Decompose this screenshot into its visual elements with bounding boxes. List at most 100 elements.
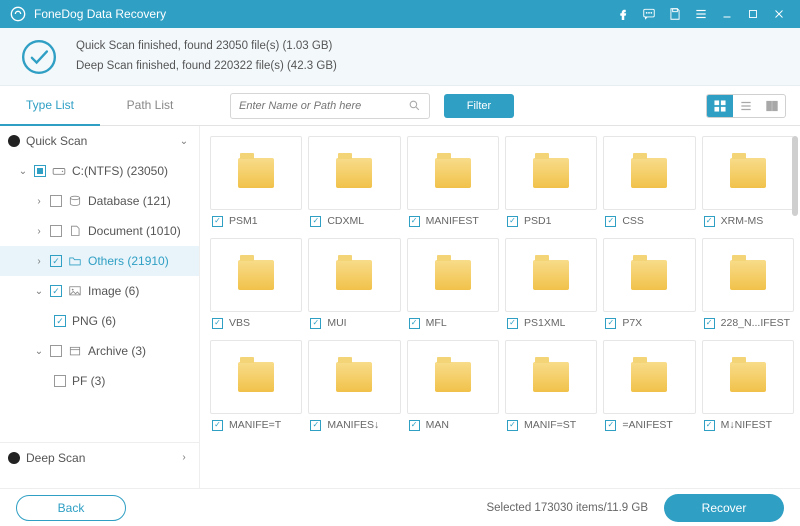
checkbox[interactable]: [704, 420, 715, 431]
file-item[interactable]: PSM1: [210, 136, 302, 232]
sidebar-png[interactable]: PNG (6): [0, 306, 199, 336]
file-item[interactable]: MAN: [407, 340, 499, 436]
drive-icon: [52, 165, 66, 177]
checkbox[interactable]: [704, 216, 715, 227]
checkbox[interactable]: [310, 216, 321, 227]
file-item[interactable]: VBS: [210, 238, 302, 334]
view-list-icon[interactable]: [733, 95, 759, 117]
file-thumbnail: [210, 136, 302, 210]
file-thumbnail: [603, 136, 695, 210]
recover-button[interactable]: Recover: [664, 494, 784, 522]
sidebar-image[interactable]: ⌄ Image (6): [0, 276, 199, 306]
file-thumbnail: [210, 340, 302, 414]
view-detail-icon[interactable]: [759, 95, 785, 117]
file-thumbnail: [210, 238, 302, 312]
file-item[interactable]: MANIFEST: [407, 136, 499, 232]
checkbox[interactable]: [310, 318, 321, 329]
file-item[interactable]: MFL: [407, 238, 499, 334]
checkbox[interactable]: [212, 318, 223, 329]
sidebar-archive[interactable]: ⌄ Archive (3): [0, 336, 199, 366]
file-item[interactable]: MUI: [308, 238, 400, 334]
folder-icon: [631, 362, 667, 392]
scrollbar-thumb[interactable]: [792, 136, 798, 216]
file-thumbnail: [407, 136, 499, 210]
checkbox[interactable]: [212, 420, 223, 431]
file-item[interactable]: CSS: [603, 136, 695, 232]
checkbox[interactable]: [605, 318, 616, 329]
sidebar-document[interactable]: › Document (1010): [0, 216, 199, 246]
checkbox[interactable]: [409, 216, 420, 227]
file-name: 228_N...IFEST: [721, 317, 790, 329]
checkbox[interactable]: [50, 255, 62, 267]
checkbox[interactable]: [507, 216, 518, 227]
file-item[interactable]: CDXML: [308, 136, 400, 232]
sidebar: Quick Scan ⌄ ⌄ C:(NTFS) (23050) › Databa…: [0, 126, 200, 488]
file-thumbnail: [603, 238, 695, 312]
sidebar-quick-scan[interactable]: Quick Scan ⌄: [0, 126, 199, 156]
checkbox[interactable]: [507, 318, 518, 329]
close-icon[interactable]: [766, 0, 792, 28]
checkbox[interactable]: [605, 216, 616, 227]
facebook-icon[interactable]: [610, 0, 636, 28]
filter-button[interactable]: Filter: [444, 94, 514, 118]
checkbox[interactable]: [54, 375, 66, 387]
checkbox[interactable]: [50, 345, 62, 357]
tab-path-list[interactable]: Path List: [100, 86, 200, 126]
file-name: MANIF=ST: [524, 419, 576, 431]
file-item[interactable]: MANIFE=T: [210, 340, 302, 436]
sidebar-deep-scan[interactable]: Deep Scan ›: [0, 442, 199, 472]
file-item[interactable]: 228_N...IFEST: [702, 238, 794, 334]
sidebar-others[interactable]: › Others (21910): [0, 246, 199, 276]
checkbox[interactable]: [409, 420, 420, 431]
sidebar-database[interactable]: › Database (121): [0, 186, 199, 216]
checkbox[interactable]: [507, 420, 518, 431]
view-grid-icon[interactable]: [707, 95, 733, 117]
file-item[interactable]: PS1XML: [505, 238, 597, 334]
menu-icon[interactable]: [688, 0, 714, 28]
checkbox[interactable]: [50, 225, 62, 237]
file-name: PSD1: [524, 215, 551, 227]
file-thumbnail: [407, 340, 499, 414]
chevron-right-icon: ›: [34, 196, 44, 207]
sidebar-label: PNG (6): [72, 314, 189, 328]
file-item[interactable]: MANIF=ST: [505, 340, 597, 436]
checkbox[interactable]: [50, 195, 62, 207]
file-item[interactable]: XRM-MS: [702, 136, 794, 232]
feedback-icon[interactable]: [636, 0, 662, 28]
folder-icon: [238, 158, 274, 188]
checkbox[interactable]: [704, 318, 715, 329]
checkbox[interactable]: [310, 420, 321, 431]
checkbox[interactable]: [605, 420, 616, 431]
quick-scan-status: Quick Scan finished, found 23050 file(s)…: [76, 37, 337, 57]
file-name: MANIFES↓: [327, 419, 379, 431]
folder-icon: [435, 362, 471, 392]
checkbox[interactable]: [212, 216, 223, 227]
checkbox[interactable]: [409, 318, 420, 329]
sidebar-drive[interactable]: ⌄ C:(NTFS) (23050): [0, 156, 199, 186]
dot-icon: [8, 135, 20, 147]
checkbox[interactable]: [50, 285, 62, 297]
checkbox[interactable]: [34, 165, 46, 177]
file-item[interactable]: P7X: [603, 238, 695, 334]
save-icon[interactable]: [662, 0, 688, 28]
folder-icon: [730, 158, 766, 188]
back-button[interactable]: Back: [16, 495, 126, 521]
minimize-icon[interactable]: [714, 0, 740, 28]
tab-type-list[interactable]: Type List: [0, 86, 100, 126]
sidebar-pf[interactable]: PF (3): [0, 366, 199, 396]
checkbox[interactable]: [54, 315, 66, 327]
folder-icon: [68, 255, 82, 267]
file-name: P7X: [622, 317, 642, 329]
file-item[interactable]: =ANIFEST: [603, 340, 695, 436]
scrollbar[interactable]: [792, 136, 798, 484]
chevron-right-icon: ›: [179, 452, 189, 463]
search-box[interactable]: [230, 93, 430, 119]
file-item[interactable]: MANIFES↓: [308, 340, 400, 436]
file-item[interactable]: M↓NIFEST: [702, 340, 794, 436]
maximize-icon[interactable]: [740, 0, 766, 28]
sidebar-label: Others (21910): [88, 254, 189, 268]
search-input[interactable]: [239, 100, 408, 112]
file-item[interactable]: PSD1: [505, 136, 597, 232]
sidebar-label: Archive (3): [88, 344, 189, 358]
success-check-icon: [20, 38, 58, 76]
